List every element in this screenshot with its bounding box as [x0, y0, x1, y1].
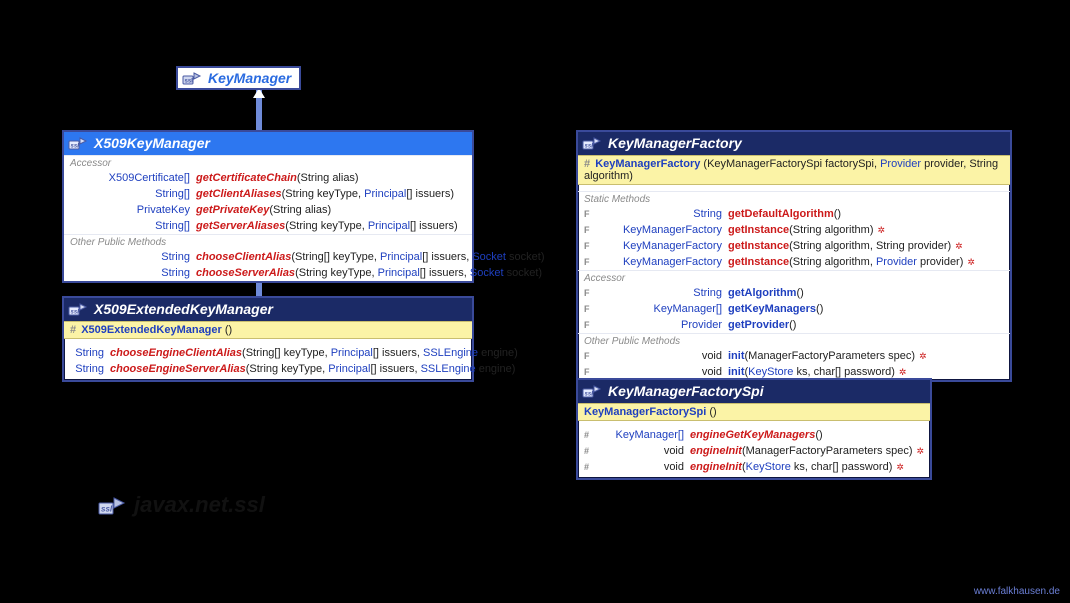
credit-link[interactable]: www.falkhausen.de — [974, 586, 1060, 597]
svg-text:ssl: ssl — [585, 144, 594, 150]
method-row: PrivateKeygetPrivateKey (String alias) — [64, 202, 472, 218]
section-label: Accessor — [64, 155, 472, 170]
method-row: FKeyManager[]getKeyManagers () — [578, 301, 1010, 317]
method-row: FKeyManagerFactorygetInstance (String al… — [578, 238, 1010, 254]
section-label: Accessor — [578, 270, 1010, 285]
ssl-icon: ssl — [582, 383, 602, 399]
section-label: Static Methods — [578, 191, 1010, 206]
class-header: ssl KeyManagerFactory — [578, 132, 1010, 155]
method-row: FStringgetDefaultAlgorithm () — [578, 206, 1010, 222]
ssl-icon: ssl — [68, 135, 88, 151]
svg-text:ssl: ssl — [101, 505, 113, 514]
class-title: KeyManagerFactorySpi — [608, 383, 764, 399]
section-label: Other Public Methods — [64, 234, 472, 249]
class-header: ssl X509KeyManager — [64, 132, 472, 155]
class-title: KeyManagerFactory — [608, 135, 742, 151]
class-keymanagerfactoryspi[interactable]: ssl KeyManagerFactorySpi KeyManagerFacto… — [576, 378, 932, 480]
svg-text:ssl: ssl — [71, 310, 80, 316]
interface-keymanager[interactable]: ssl KeyManager — [176, 66, 301, 90]
method-row: X509Certificate[]getCertificateChain (St… — [64, 170, 472, 186]
constructor-row: # X509ExtendedKeyManager () — [64, 321, 472, 339]
ssl-icon: ssl — [68, 301, 88, 317]
class-x509keymanager[interactable]: ssl X509KeyManager Accessor X509Certific… — [62, 130, 474, 283]
class-x509extendedkeymanager[interactable]: ssl X509ExtendedKeyManager # X509Extende… — [62, 296, 474, 382]
method-row: #voidengineInit (KeyStore ks, char[] pas… — [578, 459, 930, 475]
ssl-icon: ssl — [582, 135, 602, 151]
section-label: Other Public Methods — [578, 333, 1010, 348]
method-row: StringchooseEngineServerAlias (String ke… — [64, 361, 472, 377]
class-keymanagerfactory[interactable]: ssl KeyManagerFactory # KeyManagerFactor… — [576, 130, 1012, 382]
constructor-row: KeyManagerFactorySpi () — [578, 403, 930, 421]
class-header: ssl X509ExtendedKeyManager — [64, 298, 472, 321]
method-row: StringchooseClientAlias (String[] keyTyp… — [64, 249, 472, 265]
interface-title: KeyManager — [208, 70, 291, 86]
ssl-icon: ssl — [182, 70, 202, 86]
method-row: FKeyManagerFactorygetInstance (String al… — [578, 222, 1010, 238]
svg-text:ssl: ssl — [185, 79, 194, 85]
package-label: ssl javax.net.ssl — [98, 492, 265, 518]
method-row: #KeyManager[]engineGetKeyManagers () — [578, 427, 930, 443]
method-row: String[]getServerAliases (String keyType… — [64, 218, 472, 234]
svg-text:ssl: ssl — [585, 392, 594, 398]
method-row: FProvidergetProvider () — [578, 317, 1010, 333]
constructor-row: # KeyManagerFactory (KeyManagerFactorySp… — [578, 155, 1010, 185]
method-row: Fvoidinit (ManagerFactoryParameters spec… — [578, 348, 1010, 364]
class-title: X509ExtendedKeyManager — [94, 301, 273, 317]
ssl-icon: ssl — [98, 494, 126, 516]
method-row: StringchooseServerAlias (String keyType,… — [64, 265, 472, 281]
class-title: X509KeyManager — [94, 135, 210, 151]
method-row: StringchooseEngineClientAlias (String[] … — [64, 345, 472, 361]
svg-text:ssl: ssl — [71, 144, 80, 150]
method-row: String[]getClientAliases (String keyType… — [64, 186, 472, 202]
method-row: FStringgetAlgorithm () — [578, 285, 1010, 301]
method-row: #voidengineInit (ManagerFactoryParameter… — [578, 443, 930, 459]
class-header: ssl KeyManagerFactorySpi — [578, 380, 930, 403]
method-row: FKeyManagerFactorygetInstance (String al… — [578, 254, 1010, 270]
